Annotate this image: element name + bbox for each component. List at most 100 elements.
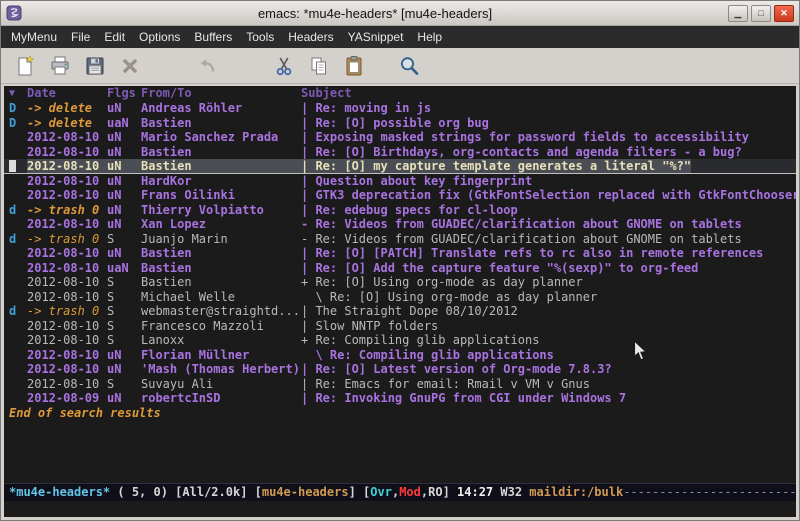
message-row[interactable]: 2012-08-10uNBastien| Re: [O] my capture … xyxy=(4,159,796,174)
close-button[interactable]: ✕ xyxy=(774,5,794,22)
flags-cell: uN xyxy=(107,174,141,189)
date-cell: 2012-08-10 xyxy=(27,377,107,392)
save-button[interactable] xyxy=(79,51,111,81)
flags-cell: uN xyxy=(107,188,141,203)
column-header-date[interactable]: Date xyxy=(27,86,107,101)
new-file-button[interactable] xyxy=(9,51,41,81)
mode-line[interactable]: *mu4e-headers* ( 5, 0) [All/2.0k] [mu4e-… xyxy=(4,483,796,501)
subject-cell: | Re: [O] possible org bug xyxy=(301,116,489,131)
from-cell: Xan Lopez xyxy=(141,217,301,232)
message-row[interactable]: 2012-08-10SFrancesco Mazzoli| Slow NNTP … xyxy=(4,319,796,334)
paste-button[interactable] xyxy=(338,51,370,81)
mark-cell xyxy=(9,391,27,406)
echo-area[interactable] xyxy=(4,501,796,517)
print-button[interactable] xyxy=(44,51,76,81)
menu-bar: MyMenuFileEditOptionsBuffersToolsHeaders… xyxy=(1,26,799,48)
row-content: 2012-08-10uNXan Lopez- Re: Videos from G… xyxy=(27,217,742,232)
row-content: 2012-08-10SMichael Welle \ Re: [O] Using… xyxy=(27,290,597,305)
flags-cell: uN xyxy=(107,145,141,160)
message-row[interactable]: d-> trash 0Swebmaster@straightd...| The … xyxy=(4,304,796,319)
message-row[interactable]: d-> trash 0uNThierry Volpiatto| Re: edeb… xyxy=(4,203,796,218)
row-content: 2012-08-10uNFlorian Müllner \ Re: Compil… xyxy=(27,348,554,363)
message-row[interactable]: 2012-08-10uN'Mash (Thomas Herbert)| Re: … xyxy=(4,362,796,377)
flags-cell: S xyxy=(107,275,141,290)
mark-cell xyxy=(9,130,27,145)
close-buffer-button[interactable] xyxy=(114,51,146,81)
subject-cell: - Re: Videos from GUADEC/clarification a… xyxy=(301,217,742,232)
date-cell: -> trash 0 xyxy=(27,203,107,218)
message-row[interactable]: 2012-08-10uNHardKor| Question about key … xyxy=(4,174,796,189)
column-header-flags[interactable]: Flgs xyxy=(107,86,141,101)
modeline-filler: ----------------------------------------… xyxy=(623,485,796,499)
subject-cell: | Re: [O] Add the capture feature "%(sex… xyxy=(301,261,698,276)
message-row[interactable]: 2012-08-10SMichael Welle \ Re: [O] Using… xyxy=(4,290,796,305)
minimize-button[interactable]: ▁ xyxy=(728,5,748,22)
menu-item-buffers[interactable]: Buffers xyxy=(187,27,239,47)
cut-button[interactable] xyxy=(268,51,300,81)
toolbar xyxy=(1,48,799,84)
menu-item-yasnippet[interactable]: YASnippet xyxy=(341,27,411,47)
from-cell: Bastien xyxy=(141,261,301,276)
menu-item-headers[interactable]: Headers xyxy=(281,27,340,47)
flags-cell: S xyxy=(107,232,141,247)
window-title: emacs: *mu4e-headers* [mu4e-headers] xyxy=(25,6,725,21)
message-row[interactable]: 2012-08-10SBastien+ Re: [O] Using org-mo… xyxy=(4,275,796,290)
title-bar[interactable]: emacs: *mu4e-headers* [mu4e-headers] ▁ □… xyxy=(1,1,799,26)
date-cell: 2012-08-10 xyxy=(27,246,107,261)
undo-button[interactable] xyxy=(191,51,223,81)
message-row[interactable]: 2012-08-09uNrobertcInSD| Re: Invoking Gn… xyxy=(4,391,796,406)
message-row[interactable]: 2012-08-10uNMario Sanchez Prada| Exposin… xyxy=(4,130,796,145)
search-icon xyxy=(398,55,420,77)
date-cell: 2012-08-10 xyxy=(27,348,107,363)
flags-cell: S xyxy=(107,333,141,348)
copy-button[interactable] xyxy=(303,51,335,81)
subject-cell: | Re: Invoking GnuPG from CGI under Wind… xyxy=(301,391,626,406)
message-row[interactable]: d-> trash 0SJuanjo Marin- Re: Videos fro… xyxy=(4,232,796,247)
menu-item-options[interactable]: Options xyxy=(132,27,187,47)
message-row[interactable]: 2012-08-10uaNBastien| Re: [O] Add the ca… xyxy=(4,261,796,276)
menu-item-tools[interactable]: Tools xyxy=(239,27,281,47)
search-button[interactable] xyxy=(393,51,425,81)
mark-cell: d xyxy=(9,304,27,319)
mark-cell xyxy=(9,319,27,334)
menu-item-file[interactable]: File xyxy=(64,27,97,47)
copy-icon xyxy=(308,55,330,77)
flags-cell: uN xyxy=(107,217,141,232)
from-cell: HardKor xyxy=(141,174,301,189)
message-row[interactable]: 2012-08-10uNFlorian Müllner \ Re: Compil… xyxy=(4,348,796,363)
mark-cell xyxy=(9,333,27,348)
menu-item-mymenu[interactable]: MyMenu xyxy=(4,27,64,47)
row-content: 2012-08-10uNBastien| Re: [O] [PATCH] Tra… xyxy=(27,246,763,261)
mark-cell xyxy=(9,290,27,305)
modeline-flag-ovr: Ovr xyxy=(370,485,392,499)
message-row[interactable]: 2012-08-10uNXan Lopez- Re: Videos from G… xyxy=(4,217,796,232)
menu-item-help[interactable]: Help xyxy=(410,27,449,47)
date-cell: 2012-08-10 xyxy=(27,174,107,189)
mark-cell xyxy=(9,275,27,290)
date-cell: 2012-08-10 xyxy=(27,290,107,305)
message-row[interactable]: 2012-08-10uNBastien| Re: [O] Birthdays, … xyxy=(4,145,796,160)
message-row[interactable]: 2012-08-10uNFrans Oilinki| GTK3 deprecat… xyxy=(4,188,796,203)
message-row[interactable]: D-> deleteuNAndreas Röhler| Re: moving i… xyxy=(4,101,796,116)
subject-cell: + Re: [O] Using org-mode as day planner xyxy=(301,275,583,290)
from-cell: Bastien xyxy=(141,246,301,261)
menu-item-edit[interactable]: Edit xyxy=(97,27,132,47)
mark-cell xyxy=(9,188,27,203)
from-cell: Bastien xyxy=(141,159,301,173)
flags-cell: S xyxy=(107,377,141,392)
sort-direction-icon: ▼ xyxy=(9,86,27,101)
mark-cell xyxy=(9,377,27,392)
maximize-button[interactable]: □ xyxy=(751,5,771,22)
message-row[interactable]: 2012-08-10uNBastien| Re: [O] [PATCH] Tra… xyxy=(4,246,796,261)
date-cell: 2012-08-10 xyxy=(27,333,107,348)
from-cell: webmaster@straightd... xyxy=(141,304,301,319)
flags-cell: uN xyxy=(107,130,141,145)
message-row[interactable]: 2012-08-10SSuvayu Ali| Re: Emacs for ema… xyxy=(4,377,796,392)
from-cell: Mario Sanchez Prada xyxy=(141,130,301,145)
column-header-from[interactable]: From/To xyxy=(141,86,301,101)
message-row[interactable]: D-> deleteuaNBastien| Re: [O] possible o… xyxy=(4,116,796,131)
message-row[interactable]: 2012-08-10SLanoxx+ Re: Compiling glib ap… xyxy=(4,333,796,348)
column-header-subject[interactable]: Subject xyxy=(301,86,352,101)
date-cell: 2012-08-09 xyxy=(27,391,107,406)
subject-cell: | GTK3 deprecation fix (GtkFontSelection… xyxy=(301,188,796,203)
